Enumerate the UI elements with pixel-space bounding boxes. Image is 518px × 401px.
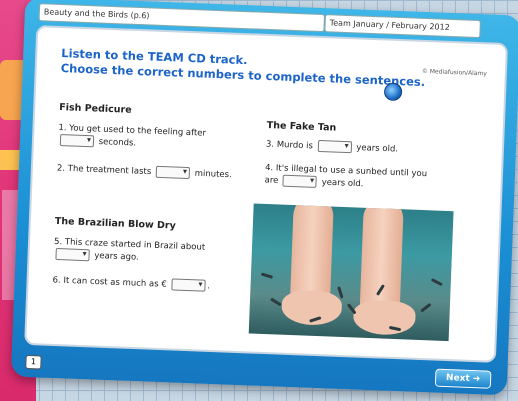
question-6: 6. It can cost as much as € . — [52, 274, 242, 294]
question-3-text: 3. Murdo is — [265, 139, 314, 152]
heading-brazilian-blow-dry: The Brazilian Blow Dry — [54, 215, 176, 232]
question-4-mid: are — [264, 175, 279, 186]
next-button[interactable]: Next ➜ — [434, 368, 492, 389]
question-6-suffix: . — [207, 281, 211, 292]
content-panel: © Mediafusion/Alamy Listen to the TEAM C… — [24, 25, 509, 363]
photo-fish — [430, 278, 443, 287]
question-2: 2. The treatment lasts minutes. — [57, 162, 247, 182]
question-2-text: 2. The treatment lasts — [56, 163, 152, 178]
instructions: Listen to the TEAM CD track. Choose the … — [60, 46, 426, 90]
question-3: 3. Murdo is years old. — [266, 138, 466, 158]
arrow-right-icon: ➜ — [472, 374, 481, 385]
question-4-dropdown[interactable] — [282, 174, 318, 188]
photo-fish — [260, 272, 274, 279]
photo-fish — [270, 297, 282, 307]
issue-field: Team January / February 2012 — [324, 14, 481, 39]
question-6-text: 6. It can cost as much as € — [52, 275, 167, 290]
next-button-label: Next — [445, 373, 470, 384]
heading-fish-pedicure: Fish Pedicure — [59, 102, 132, 116]
photo-fish — [337, 286, 344, 299]
question-4-suffix: years old. — [321, 177, 364, 190]
activity-window: Beauty and the Birds (p.6) Team January … — [10, 0, 518, 396]
question-1-dropdown[interactable] — [59, 134, 95, 148]
question-5: 5. This craze started in Brazil about ye… — [53, 236, 244, 268]
question-3-suffix: years old. — [356, 142, 399, 155]
question-3-dropdown[interactable] — [317, 139, 352, 154]
question-4: 4. It's illegal to use a sunbed until yo… — [264, 162, 465, 194]
question-2-suffix: minutes. — [194, 168, 232, 181]
fish-pedicure-photo — [248, 203, 454, 342]
photo-credit: © Mediafusion/Alamy — [421, 67, 487, 78]
globe-audio-icon[interactable] — [383, 82, 403, 102]
photo-fish — [420, 302, 432, 313]
question-5-dropdown[interactable] — [55, 247, 90, 262]
photo-foot-right — [352, 299, 417, 336]
heading-fake-tan: The Fake Tan — [266, 119, 337, 134]
question-2-dropdown[interactable] — [155, 165, 191, 180]
question-6-dropdown[interactable] — [171, 278, 206, 292]
page-number-badge: 1 — [25, 354, 42, 370]
question-5-suffix: years ago. — [94, 250, 139, 263]
question-1-suffix: seconds. — [98, 137, 137, 149]
question-1: 1. You get used to the feeling after sec… — [58, 122, 239, 153]
